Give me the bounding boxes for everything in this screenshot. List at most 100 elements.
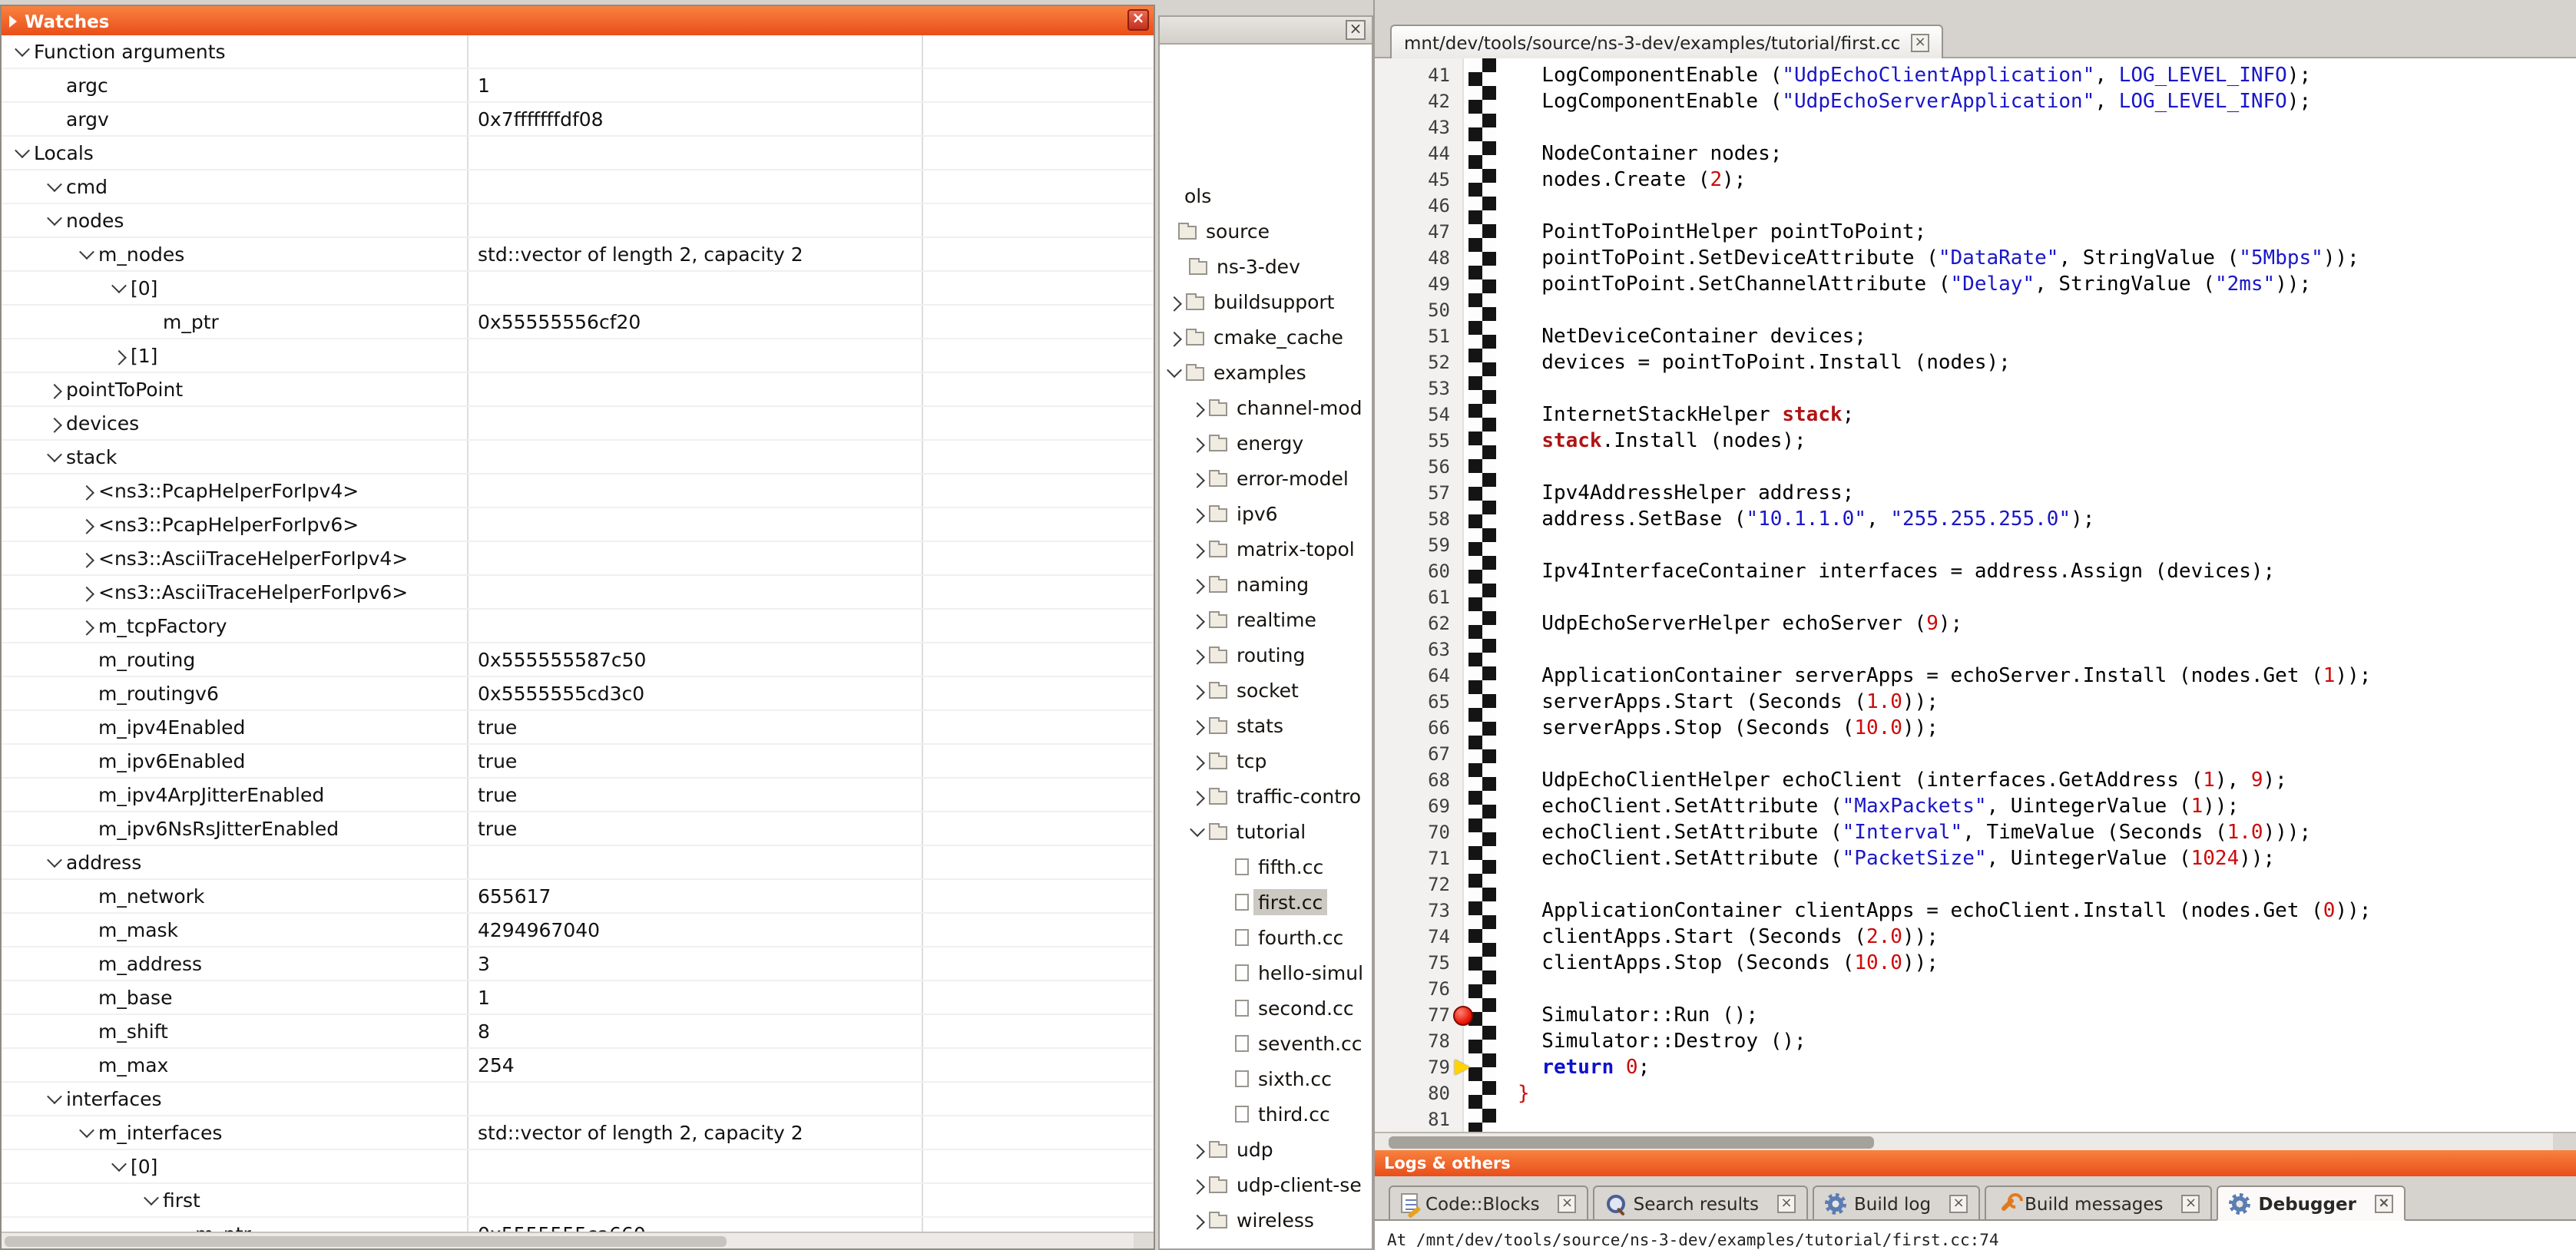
scrollbar-thumb[interactable] <box>1389 1136 1874 1149</box>
tree-item-third-cc[interactable]: third.cc <box>1160 1096 1372 1132</box>
code-line[interactable]: 68 UdpEchoClientHelper echoClient (inter… <box>1375 768 2576 794</box>
code-line[interactable]: 64 ApplicationContainer serverApps = ech… <box>1375 663 2576 689</box>
expand-icon[interactable] <box>1186 1173 1209 1196</box>
code-line[interactable]: 57 Ipv4AddressHelper address; <box>1375 481 2576 507</box>
expand-icon[interactable] <box>1186 1138 1209 1161</box>
code-line[interactable]: 53 <box>1375 376 2576 402</box>
watch-row[interactable]: Locals <box>2 137 1154 170</box>
tree-item-traffic-contro[interactable]: traffic-contro <box>1160 779 1372 814</box>
code-line[interactable]: 47 PointToPointHelper pointToPoint; <box>1375 220 2576 246</box>
code-line[interactable]: 66 serverApps.Stop (Seconds (10.0)); <box>1375 716 2576 742</box>
tree-item-wireless[interactable]: wireless <box>1160 1202 1372 1238</box>
watch-row[interactable]: m_ptr0x55555556cf20 <box>2 306 1154 339</box>
tree-item-second-cc[interactable]: second.cc <box>1160 990 1372 1026</box>
scrollbar-thumb[interactable] <box>5 1236 727 1247</box>
expand-icon[interactable] <box>1186 749 1209 772</box>
expand-icon[interactable] <box>1186 1209 1209 1232</box>
tree-item-udp-client-se[interactable]: udp-client-se <box>1160 1167 1372 1202</box>
code-line[interactable]: 61 <box>1375 585 2576 611</box>
watch-row[interactable]: cmd <box>2 170 1154 204</box>
collapse-icon[interactable] <box>75 243 98 266</box>
tree-item-channel-mod[interactable]: channel-mod <box>1160 390 1372 425</box>
collapse-icon[interactable] <box>43 209 66 232</box>
expand-icon[interactable] <box>1186 573 1209 596</box>
tree-item-udp[interactable]: udp <box>1160 1132 1372 1167</box>
expand-icon[interactable] <box>75 479 98 502</box>
editor-tab-first-cc[interactable]: mnt/dev/tools/source/ns-3-dev/examples/t… <box>1390 25 1943 58</box>
close-icon[interactable] <box>1558 1194 1577 1212</box>
collapse-icon[interactable] <box>1186 820 1209 843</box>
watch-row[interactable]: m_mask4294967040 <box>2 914 1154 947</box>
expand-icon[interactable] <box>1186 785 1209 808</box>
close-icon[interactable] <box>1127 9 1149 31</box>
watch-row[interactable]: m_address3 <box>2 947 1154 981</box>
expand-icon[interactable] <box>1186 432 1209 455</box>
tree-item-examples[interactable]: examples <box>1160 355 1372 390</box>
collapse-icon[interactable] <box>43 445 66 468</box>
watch-row[interactable]: first <box>2 1184 1154 1218</box>
expand-icon[interactable] <box>43 412 66 435</box>
code-line[interactable]: 70 echoClient.SetAttribute ("Interval", … <box>1375 820 2576 846</box>
tree-item-matrix-topol[interactable]: matrix-topol <box>1160 531 1372 567</box>
code-line[interactable]: 42 LogComponentEnable ("UdpEchoServerApp… <box>1375 89 2576 115</box>
expand-icon[interactable] <box>1186 608 1209 631</box>
watch-row[interactable]: m_base1 <box>2 981 1154 1015</box>
code-line[interactable]: 48 pointToPoint.SetDeviceAttribute ("Dat… <box>1375 246 2576 272</box>
watch-row[interactable]: <ns3::AsciiTraceHelperForIpv4> <box>2 542 1154 576</box>
tree-item-energy[interactable]: energy <box>1160 425 1372 461</box>
tree-item-error-model[interactable]: error-model <box>1160 461 1372 496</box>
watch-row[interactable]: devices <box>2 407 1154 441</box>
watch-row[interactable]: m_routing0x555555587c50 <box>2 643 1154 677</box>
tree-item-sixth-cc[interactable]: sixth.cc <box>1160 1061 1372 1096</box>
expand-icon[interactable] <box>43 378 66 401</box>
code-line[interactable]: 62 UdpEchoServerHelper echoServer (9); <box>1375 611 2576 637</box>
code-line[interactable]: 59 <box>1375 533 2576 559</box>
expand-icon[interactable] <box>1186 502 1209 525</box>
code-line[interactable]: 71 echoClient.SetAttribute ("PacketSize"… <box>1375 846 2576 872</box>
close-icon[interactable] <box>2375 1194 2393 1212</box>
expand-icon[interactable] <box>75 580 98 604</box>
close-icon[interactable] <box>1949 1194 1968 1212</box>
code-line[interactable]: 46 <box>1375 193 2576 220</box>
code-line[interactable]: 50 <box>1375 298 2576 324</box>
code-line[interactable]: 43 <box>1375 115 2576 141</box>
code-line[interactable]: 58 address.SetBase ("10.1.1.0", "255.255… <box>1375 507 2576 533</box>
collapse-icon[interactable] <box>43 851 66 874</box>
logs-titlebar[interactable]: Logs & others <box>1375 1150 2576 1176</box>
watch-row[interactable]: m_ipv4ArpJitterEnabledtrue <box>2 779 1154 812</box>
collapse-icon[interactable] <box>11 40 34 63</box>
code-line[interactable]: 52 devices = pointToPoint.Install (nodes… <box>1375 350 2576 376</box>
code-line[interactable]: 75 clientApps.Stop (Seconds (10.0)); <box>1375 951 2576 977</box>
code-line[interactable]: 49 pointToPoint.SetChannelAttribute ("De… <box>1375 272 2576 298</box>
code-line[interactable]: 72 <box>1375 872 2576 898</box>
watch-row[interactable]: <ns3::AsciiTraceHelperForIpv6> <box>2 576 1154 610</box>
tree-item-ns-3-dev[interactable]: ns-3-dev <box>1160 249 1372 284</box>
watch-row[interactable]: [1] <box>2 339 1154 373</box>
code-editor[interactable]: 41 LogComponentEnable ("UdpEchoClientApp… <box>1375 58 2576 1132</box>
tree-item-tutorial[interactable]: tutorial <box>1160 814 1372 849</box>
tree-item-naming[interactable]: naming <box>1160 567 1372 602</box>
tab-build-log[interactable]: Build log <box>1813 1186 1980 1221</box>
code-line[interactable]: 78 Simulator::Destroy (); <box>1375 1029 2576 1055</box>
watch-row[interactable]: m_ipv6Enabledtrue <box>2 745 1154 779</box>
watch-row[interactable]: m_network655617 <box>2 880 1154 914</box>
editor-hscrollbar[interactable] <box>1375 1132 2553 1150</box>
tree-item-ipv6[interactable]: ipv6 <box>1160 496 1372 531</box>
code-line[interactable]: 77 Simulator::Run (); <box>1375 1003 2576 1029</box>
collapse-icon[interactable] <box>11 141 34 164</box>
tree-item-cmake-cache[interactable]: cmake_cache <box>1160 319 1372 355</box>
tree-item-first-cc[interactable]: first.cc <box>1160 885 1372 920</box>
tree-item-fourth-cc[interactable]: fourth.cc <box>1160 920 1372 955</box>
tab-build-messages[interactable]: Build messages <box>1985 1186 2212 1221</box>
expand-icon[interactable] <box>1186 467 1209 490</box>
tree-item-realtime[interactable]: realtime <box>1160 602 1372 637</box>
expand-icon[interactable] <box>75 513 98 536</box>
code-line[interactable]: 67 <box>1375 742 2576 768</box>
watch-row[interactable]: argv0x7fffffffdf08 <box>2 103 1154 137</box>
code-line[interactable]: 55 stack.Install (nodes); <box>1375 428 2576 455</box>
watch-row[interactable]: pointToPoint <box>2 373 1154 407</box>
watch-row[interactable]: m_max254 <box>2 1049 1154 1083</box>
code-line[interactable]: 69 echoClient.SetAttribute ("MaxPackets"… <box>1375 794 2576 820</box>
watch-row[interactable]: Function arguments <box>2 35 1154 69</box>
expand-icon[interactable] <box>1186 537 1209 561</box>
